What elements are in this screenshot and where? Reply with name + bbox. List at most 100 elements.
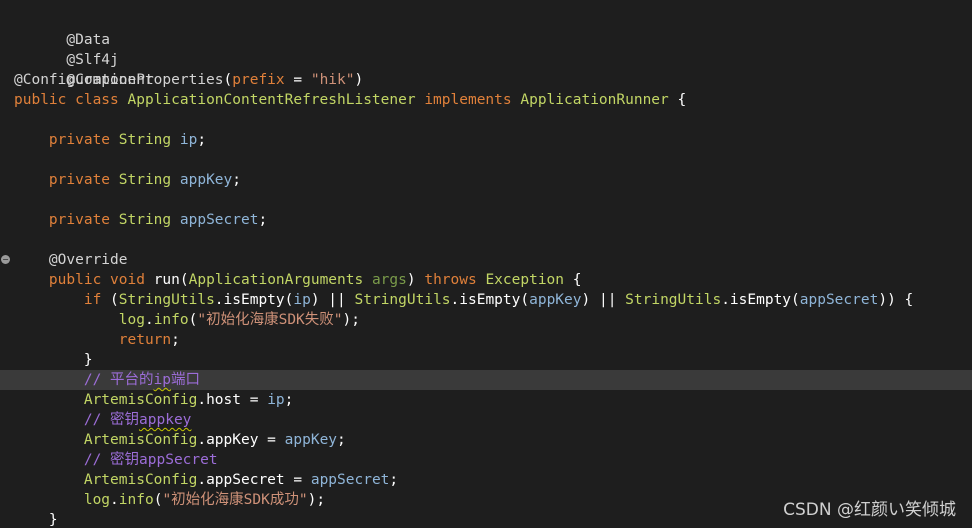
code-token: info xyxy=(118,492,154,508)
code-token: appSecret xyxy=(799,292,879,308)
code-line: @ConfigurationProperties(prefix = "hik") xyxy=(14,70,972,90)
code-token: ApplicationArguments xyxy=(188,272,372,288)
code-token: "初始化海康SDK成功" xyxy=(162,492,308,508)
code-token: Exception xyxy=(485,272,565,288)
code-token: ; xyxy=(197,132,207,148)
code-token: log xyxy=(118,312,145,328)
code-token: ArtemisConfig xyxy=(83,392,198,408)
code-token: appKey xyxy=(179,172,233,188)
code-token: prefix xyxy=(232,72,285,88)
code-token: ip xyxy=(153,372,171,388)
code-token: .isEmpty( xyxy=(214,292,294,308)
code-token: throws xyxy=(424,272,486,288)
code-token: appSecret xyxy=(310,472,390,488)
code-token: .appSecret = xyxy=(197,472,311,488)
code-line: public void run(ApplicationArguments arg… xyxy=(14,270,972,290)
code-token: String xyxy=(118,172,180,188)
code-line: // 密钥appSecret xyxy=(14,450,972,470)
code-line: ArtemisConfig.appSecret = appSecret; xyxy=(14,470,972,490)
code-token: private xyxy=(14,172,119,188)
code-token: ApplicationRunner xyxy=(520,92,669,108)
code-token: args xyxy=(371,272,407,288)
code-line: @Component xyxy=(14,50,972,88)
code-token: "初始化海康SDK失败" xyxy=(197,312,343,328)
code-token: private xyxy=(14,132,119,148)
code-line: @Slf4j xyxy=(14,30,972,68)
code-token: public void xyxy=(14,272,154,288)
code-token: // 密钥 xyxy=(14,412,140,428)
code-line: private String appSecret; xyxy=(14,210,972,230)
code-token: 端口 xyxy=(171,372,200,388)
code-token: ; xyxy=(258,212,268,228)
code-line: @Override xyxy=(14,250,972,270)
code-token: ; xyxy=(337,432,346,448)
code-token: appSecret xyxy=(179,212,259,228)
code-token: log xyxy=(83,492,111,508)
code-token: ip xyxy=(179,132,198,148)
code-token: run xyxy=(153,272,180,288)
code-token: return xyxy=(118,332,172,348)
code-token: public class xyxy=(14,92,128,108)
code-token: @Override xyxy=(14,252,128,268)
code-token: . xyxy=(110,492,119,508)
watermark: CSDN @红颜い笑倾城 xyxy=(783,500,956,520)
code-token: ) xyxy=(354,72,364,88)
code-token: ApplicationContentRefreshListener xyxy=(127,92,416,108)
code-editor[interactable]: − @Data @Slf4j @Component @Configuration… xyxy=(0,0,972,528)
code-token: .appKey = xyxy=(197,432,285,448)
code-token: StringUtils xyxy=(118,292,215,308)
code-token: ) || xyxy=(581,292,626,308)
fold-toggle-icon[interactable]: − xyxy=(1,255,10,264)
code-token: ; xyxy=(389,472,399,488)
code-token: ) xyxy=(406,272,425,288)
code-token: info xyxy=(153,312,189,328)
code-token: ip xyxy=(293,292,311,308)
code-token: )) { xyxy=(878,292,914,308)
code-token: if xyxy=(14,292,111,308)
code-token: ( xyxy=(179,272,189,288)
code-token: StringUtils xyxy=(354,292,451,308)
code-token: .isEmpty( xyxy=(450,292,530,308)
code-token: appkey xyxy=(139,412,192,428)
code-area[interactable]: @Data @Slf4j @Component @ConfigurationPr… xyxy=(0,10,972,528)
code-line: ArtemisConfig.appKey = appKey; xyxy=(14,430,972,450)
code-token: ArtemisConfig xyxy=(83,432,198,448)
code-line: private String ip; xyxy=(14,130,972,150)
current-line: // 平台的ip端口 xyxy=(0,370,972,390)
code-token: implements xyxy=(415,92,521,108)
code-line: // 密钥appkey xyxy=(14,410,972,430)
code-token: ip xyxy=(267,392,285,408)
code-line: return; xyxy=(14,330,972,350)
code-token: } xyxy=(14,512,58,528)
code-token: ( xyxy=(223,72,233,88)
code-token: ) || xyxy=(310,292,355,308)
code-token: appKey xyxy=(284,432,338,448)
code-token: .isEmpty( xyxy=(721,292,800,308)
code-token: String xyxy=(118,212,180,228)
code-token: } xyxy=(14,352,93,368)
code-line: public class ApplicationContentRefreshLi… xyxy=(14,90,972,110)
code-line: @Data xyxy=(14,10,972,48)
code-token: { xyxy=(668,92,687,108)
code-token: ; xyxy=(171,332,180,348)
code-token: ); xyxy=(307,492,326,508)
editor-gutter xyxy=(0,0,10,528)
code-token: ( xyxy=(110,292,119,308)
code-token: ArtemisConfig xyxy=(83,472,198,488)
code-line: private String appKey; xyxy=(14,170,972,190)
code-token: // 平台的 xyxy=(14,372,154,388)
code-line: } xyxy=(14,350,972,370)
code-token: . xyxy=(144,312,154,328)
code-token: @ConfigurationProperties xyxy=(14,72,224,88)
code-token: { xyxy=(564,272,582,288)
code-token: ; xyxy=(232,172,241,188)
code-token: // 密钥appSecret xyxy=(14,452,218,468)
